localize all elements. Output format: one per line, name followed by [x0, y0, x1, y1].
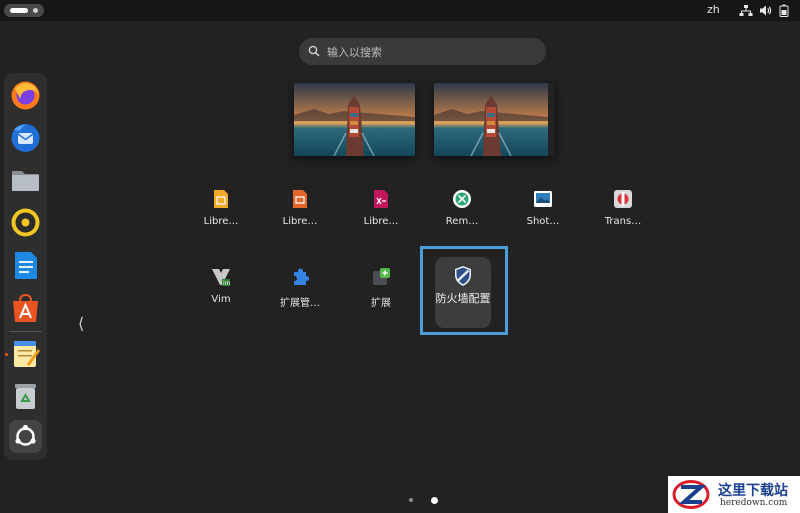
- remmina-icon: [453, 190, 471, 208]
- dock: [4, 73, 47, 460]
- dock-files[interactable]: [9, 163, 42, 196]
- app-label: Libre…: [203, 216, 239, 227]
- rhythmbox-icon: [11, 208, 40, 237]
- app-transmission[interactable]: Trans…: [588, 189, 658, 227]
- app-libreoffice-impress[interactable]: Libre…: [265, 189, 335, 227]
- running-indicator: [5, 353, 8, 356]
- app-extensions[interactable]: 扩展: [346, 267, 416, 309]
- watermark: 这里下载站 heredown.com: [668, 476, 800, 513]
- app-label: Libre…: [282, 216, 318, 227]
- app-libreoffice-math[interactable]: Libre…: [346, 189, 416, 227]
- app-label: Rem…: [445, 216, 479, 227]
- dock-thunderbird[interactable]: [9, 121, 42, 154]
- transmission-icon: [614, 190, 632, 208]
- app-label: Trans…: [604, 216, 642, 227]
- workspace-thumbnail-icon: [434, 83, 548, 156]
- battery-icon[interactable]: [779, 4, 789, 17]
- input-language-indicator[interactable]: zh: [707, 3, 720, 16]
- dock-writer[interactable]: [9, 249, 42, 282]
- extension-manager-icon: [294, 268, 309, 285]
- dock-text-editor[interactable]: [9, 337, 42, 370]
- watermark-url: heredown.com: [720, 498, 788, 508]
- ubuntu-logo-icon: [15, 424, 36, 446]
- firewall-shield-icon: [455, 266, 471, 286]
- extensions-icon: [373, 268, 390, 285]
- volume-icon[interactable]: [759, 4, 772, 17]
- page-indicator-1[interactable]: [409, 498, 413, 502]
- page-indicator-2[interactable]: [431, 497, 438, 504]
- dock-app-center[interactable]: [9, 292, 42, 325]
- watermark-title: 这里下载站: [718, 483, 788, 499]
- app-center-icon: [13, 293, 38, 322]
- libreoffice-math-icon: [374, 190, 388, 208]
- vim-icon: im: [212, 269, 231, 287]
- dock-separator: [9, 331, 42, 332]
- dock-trash[interactable]: [9, 379, 42, 412]
- app-remmina[interactable]: Rem…: [427, 189, 497, 227]
- libreoffice-base-icon: [214, 190, 228, 208]
- text-editor-icon: [14, 341, 40, 367]
- files-icon: [12, 171, 39, 191]
- dock-firefox[interactable]: [9, 79, 42, 112]
- libreoffice-impress-icon: [293, 190, 307, 208]
- thunderbird-icon: [11, 124, 40, 152]
- network-icon[interactable]: [739, 4, 753, 17]
- app-libreoffice-base[interactable]: Libre…: [186, 189, 256, 227]
- app-firewall-config[interactable]: 防火墙配置: [435, 257, 491, 328]
- app-label: Libre…: [363, 216, 399, 227]
- app-label: 扩展: [371, 298, 391, 309]
- firefox-icon: [11, 81, 40, 110]
- workspace-thumbnail-icon: [294, 83, 415, 156]
- app-label: 防火墙配置: [435, 292, 491, 305]
- workspace-dot: [33, 8, 38, 13]
- app-label: 扩展管…: [280, 298, 320, 309]
- svg-text:im: im: [223, 280, 231, 287]
- workspace-thumbnail-1[interactable]: [294, 83, 415, 156]
- search-entry[interactable]: 输入以搜索: [299, 38, 546, 65]
- writer-icon: [15, 252, 37, 279]
- app-extension-manager[interactable]: 扩展管…: [265, 267, 335, 309]
- current-workspace-pill: [10, 8, 28, 13]
- app-vim[interactable]: im Vim: [186, 267, 256, 305]
- app-label: Vim: [211, 294, 231, 305]
- search-icon: [308, 45, 320, 57]
- watermark-z-logo-icon: [672, 480, 710, 509]
- dock-show-apps[interactable]: [9, 420, 42, 453]
- shotwell-icon: [534, 191, 552, 207]
- workspace-thumbnail-2[interactable]: [434, 83, 555, 156]
- activities-button[interactable]: [4, 4, 44, 17]
- app-shotwell[interactable]: Shot…: [508, 189, 578, 227]
- search-placeholder: 输入以搜索: [327, 46, 382, 59]
- top-bar: zh: [0, 0, 800, 21]
- app-label: Shot…: [526, 216, 560, 227]
- dock-rhythmbox[interactable]: [9, 206, 42, 239]
- trash-icon: [15, 384, 36, 409]
- previous-page-chevron-icon[interactable]: ⟨: [78, 314, 84, 333]
